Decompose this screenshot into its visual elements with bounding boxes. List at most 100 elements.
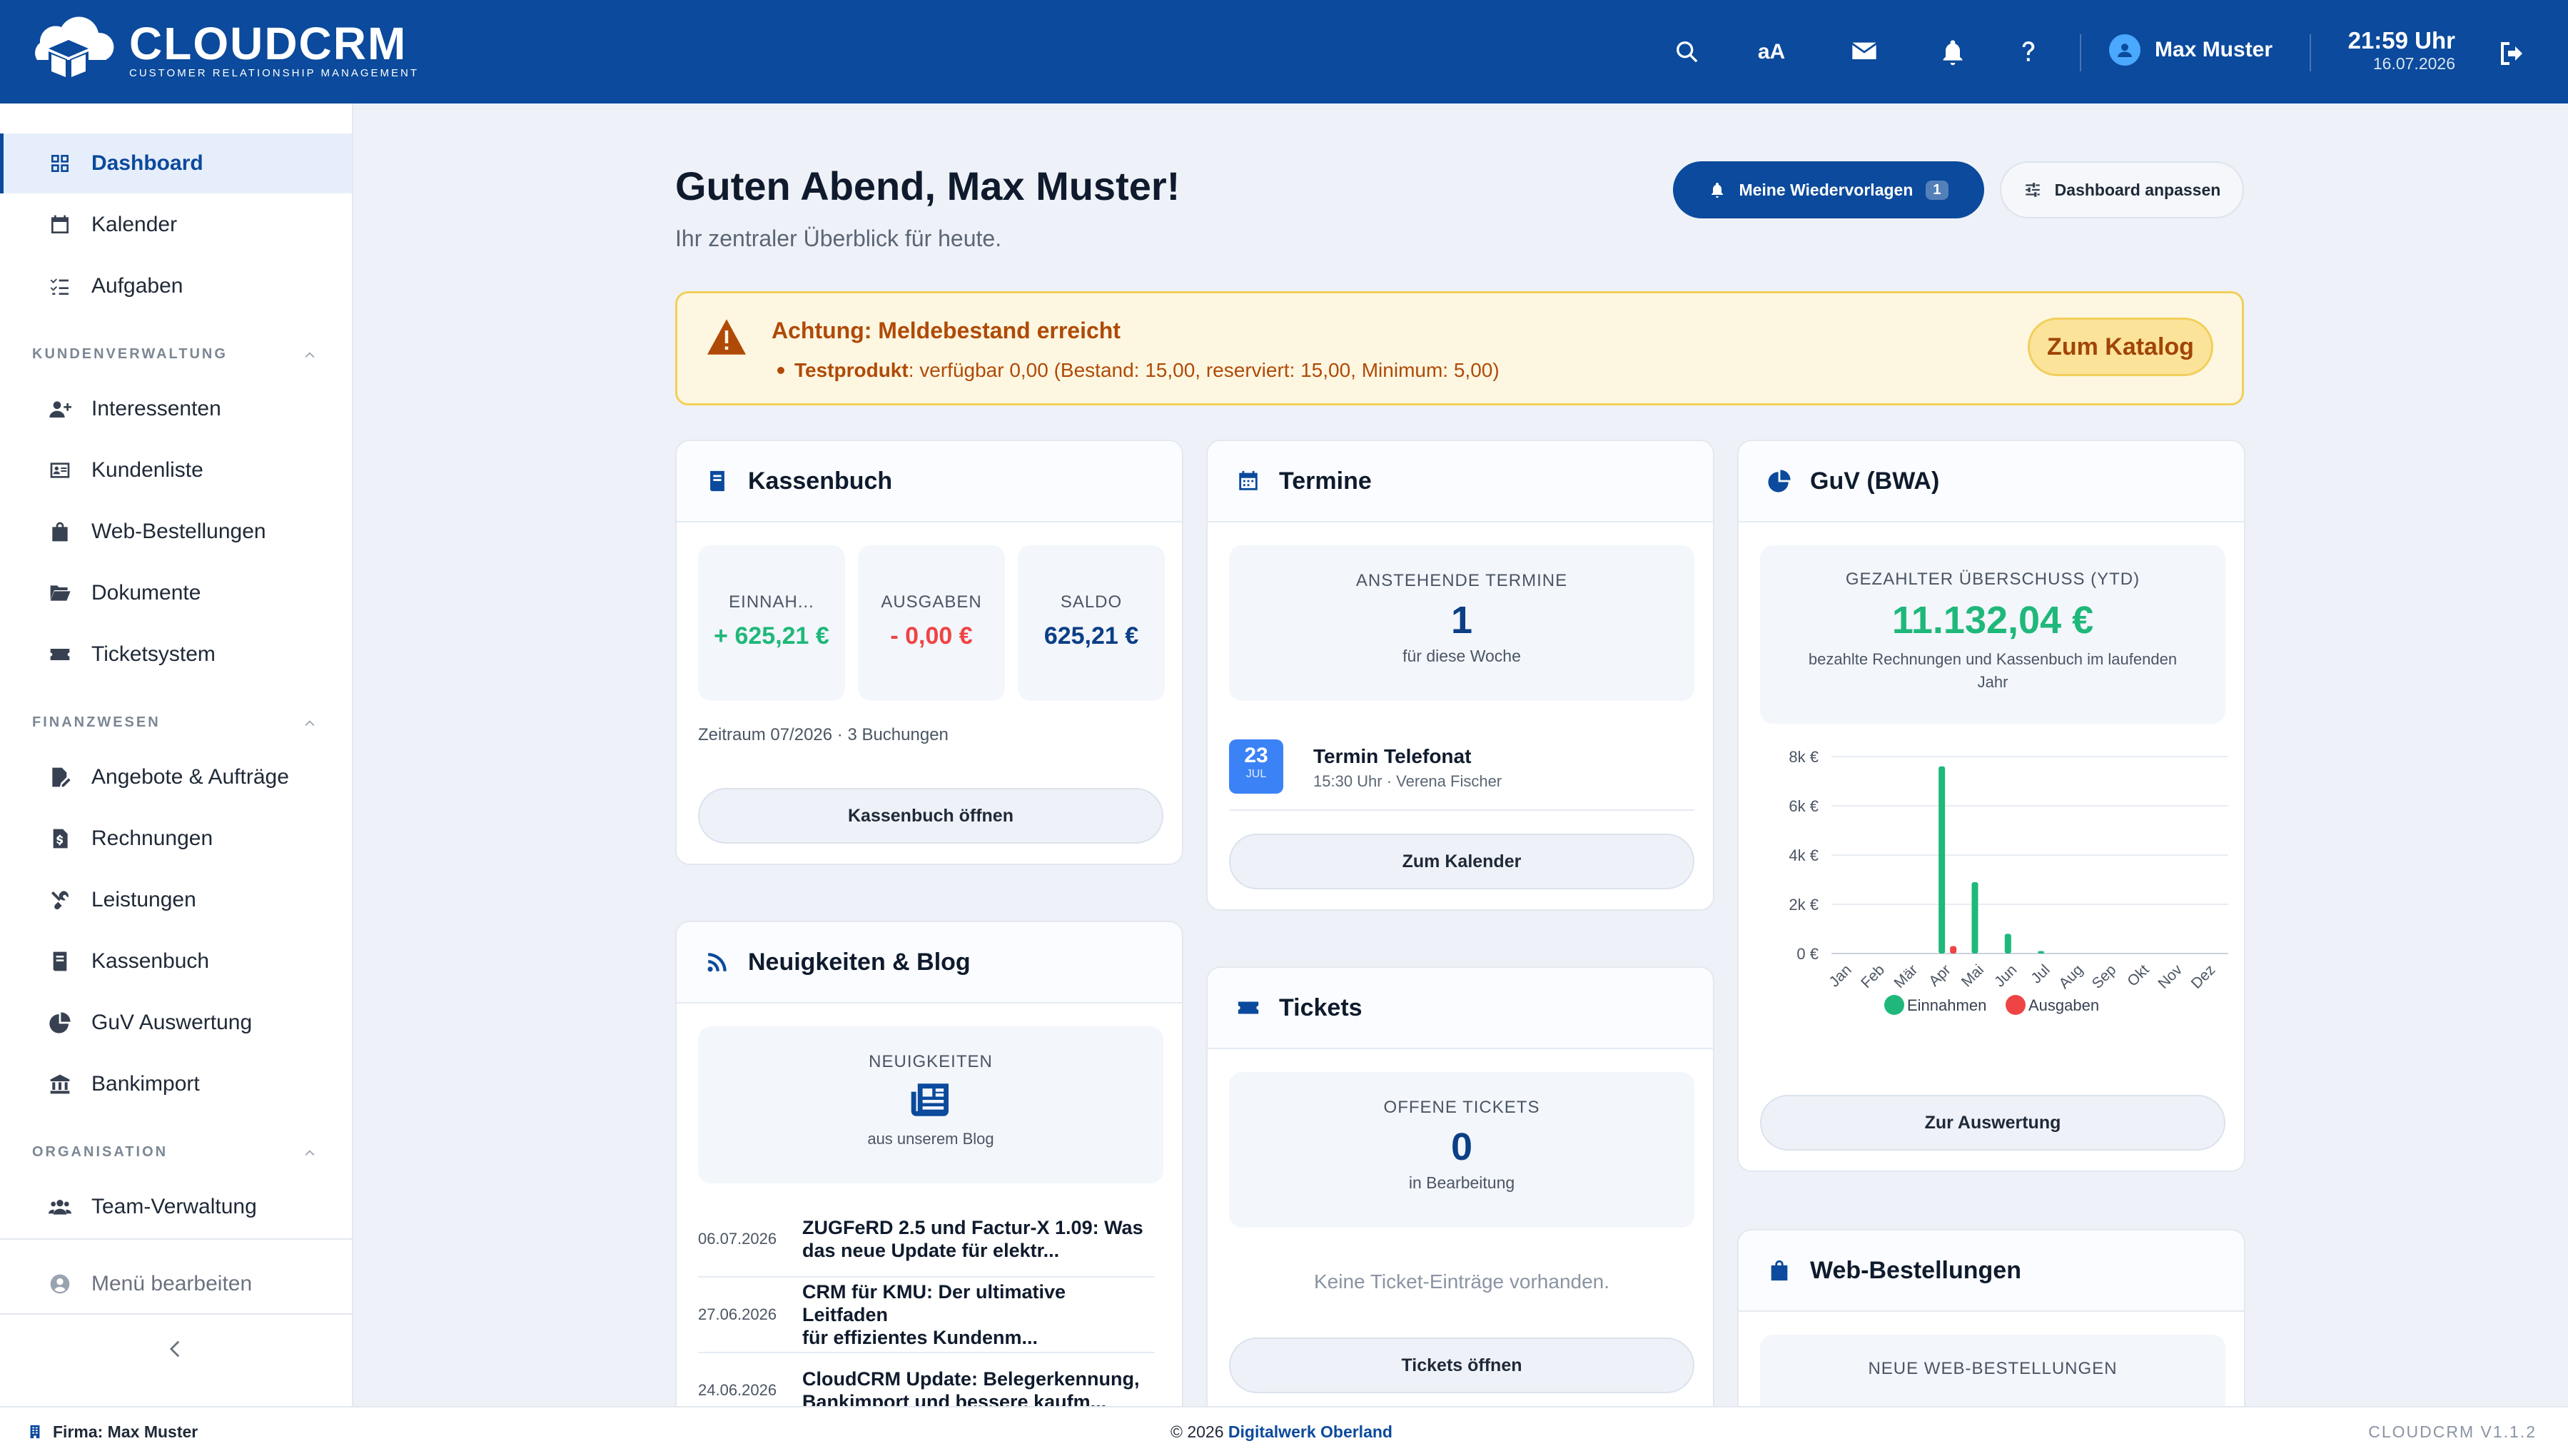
bar-ausgaben <box>1950 946 1957 954</box>
catalog-button[interactable]: Zum Katalog <box>2028 318 2213 376</box>
card-title: Tickets <box>1279 994 1363 1021</box>
question-icon <box>2022 41 2035 61</box>
dashboard-customize-button[interactable]: Dashboard anpassen <box>2000 161 2244 218</box>
card-title: Kassenbuch <box>748 467 893 495</box>
sidebar-item-web-bestellungen[interactable]: Web-Bestellungen <box>0 502 352 562</box>
notifications-button[interactable] <box>1933 32 1973 72</box>
section-label: KUNDENVERWALTUNG <box>32 346 228 362</box>
tile-subtext: in Bearbeitung <box>1408 1173 1515 1192</box>
app-logo[interactable]: CLOUDCRM CUSTOMER RELATIONSHIP MANAGEMEN… <box>20 14 419 86</box>
address-card-icon <box>50 462 70 478</box>
chevron-left-icon <box>169 1340 180 1358</box>
help-button[interactable] <box>2008 32 2048 72</box>
shopping-bag-icon <box>1771 1260 1788 1281</box>
y-tick-label: 0 € <box>1796 945 1819 963</box>
company-link[interactable]: Digitalwerk Oberland <box>1228 1422 1392 1441</box>
sidebar-item-dokumente[interactable]: Dokumente <box>0 563 352 623</box>
sidebar-item-ticketsystem[interactable]: Ticketsystem <box>0 625 352 684</box>
news-item[interactable]: 06.07.2026 ZUGFeRD 2.5 und Factur-X 1.09… <box>698 1202 1155 1278</box>
sidebar-item-team[interactable]: Team-Verwaltung <box>0 1177 352 1237</box>
wiedervorlagen-button[interactable]: Meine Wiedervorlagen 1 <box>1673 161 1984 218</box>
news-tile: NEUIGKEITEN aus unserem Blog <box>698 1026 1163 1183</box>
search-icon <box>1677 41 1698 63</box>
tools-icon <box>51 891 69 910</box>
tickets-open-button[interactable]: Tickets öffnen <box>1229 1338 1694 1393</box>
sidebar-item-bankimport[interactable]: Bankimport <box>0 1054 352 1114</box>
sidebar-item-label: Kalender <box>91 213 178 236</box>
sidebar-item-label: Dokumente <box>91 581 201 605</box>
section-organisation[interactable]: ORGANISATION <box>32 1144 318 1161</box>
font-size-button[interactable]: aA <box>1751 32 1791 72</box>
sidebar-item-interessenten[interactable]: Interessenten <box>0 379 352 439</box>
header-separator <box>2310 34 2311 71</box>
sidebar-item-label: Team-Verwaltung <box>91 1195 257 1218</box>
sidebar-item-label: Kassenbuch <box>91 949 210 973</box>
tile-label: GEZAHLTER ÜBERSCHUSS (YTD) <box>1845 570 2140 589</box>
card-title: Neuigkeiten & Blog <box>748 948 971 976</box>
logo-subtitle: CUSTOMER RELATIONSHIP MANAGEMENT <box>129 66 420 79</box>
sidebar-item-guv[interactable]: GuV Auswertung <box>0 993 352 1053</box>
folder-open-icon <box>50 585 71 601</box>
x-tick-label: Aug <box>2056 961 2086 992</box>
building-icon <box>30 1425 40 1439</box>
chevron-up-icon <box>305 351 315 358</box>
calendar-button[interactable]: Zum Kalender <box>1229 834 1694 889</box>
sidebar-item-label: Leistungen <box>91 888 196 911</box>
sidebar-item-label: Web-Bestellungen <box>91 520 266 543</box>
sidebar-item-kassenbuch[interactable]: Kassenbuch <box>0 931 352 991</box>
menu-edit-button[interactable]: Menü bearbeiten <box>0 1254 352 1314</box>
sidebar: Dashboard Kalender Aufgaben KUNDENVERWAL… <box>0 103 353 1406</box>
ausgaben-tile: AUSGABEN - 0,00 € <box>858 545 1005 701</box>
kassenbuch-open-button[interactable]: Kassenbuch öffnen <box>698 788 1163 844</box>
ticket-icon <box>50 649 70 660</box>
termin-title: Termin Telefonat <box>1313 745 1472 767</box>
sidebar-collapse-button[interactable] <box>157 1331 193 1367</box>
card-title: Web-Bestellungen <box>1810 1256 2021 1284</box>
card-header: Termine <box>1208 441 1713 522</box>
tile-subtext-line: bezahlte Rechnungen und Kassenbuch im la… <box>1808 650 2178 668</box>
y-tick-label: 2k € <box>1789 896 1819 914</box>
y-tick-label: 4k € <box>1789 846 1819 864</box>
legend-marker <box>2006 995 2026 1015</box>
user-menu[interactable]: Max Muster <box>2109 34 2273 66</box>
legend-label: Ausgaben <box>2028 996 2099 1014</box>
sidebar-item-leistungen[interactable]: Leistungen <box>0 870 352 930</box>
card-header: GuV (BWA) <box>1739 441 2244 522</box>
bar-einnahmen <box>2004 934 2011 954</box>
stock-alert: Achtung: Meldebestand erreicht Testprodu… <box>675 291 2244 405</box>
search-button[interactable] <box>1667 32 1707 72</box>
section-finanzwesen[interactable]: FINANZWESEN <box>32 714 318 731</box>
card-header: Tickets <box>1208 968 1713 1049</box>
news-title: CRM für KMU: Der ultimative Leitfaden für… <box>802 1281 1066 1348</box>
date-month: JUL <box>1245 768 1267 780</box>
bell-icon <box>1943 40 1963 66</box>
news-date: 27.06.2026 <box>698 1305 777 1323</box>
top-bar: CLOUDCRM CUSTOMER RELATIONSHIP MANAGEMEN… <box>0 0 2568 103</box>
bell-icon <box>1712 183 1724 198</box>
x-tick-label: Feb <box>1858 961 1888 991</box>
sidebar-item-label: Angebote & Aufträge <box>91 765 289 789</box>
evaluation-button[interactable]: Zur Auswertung <box>1760 1095 2225 1151</box>
einnahmen-value: + 625,21 € <box>714 622 829 649</box>
section-kundenverwaltung[interactable]: KUNDENVERWALTUNG <box>32 346 318 363</box>
news-item[interactable]: 27.06.2026 CRM für KMU: Der ultimative L… <box>698 1278 1155 1353</box>
sidebar-item-label: Dashboard <box>91 151 203 175</box>
mail-button[interactable] <box>1844 32 1884 72</box>
count-badge: 1 <box>1926 180 1948 200</box>
kassenbuch-card: Kassenbuch EINNAH... + 625,21 € AUSGABEN… <box>675 440 1183 865</box>
logout-button[interactable] <box>2491 32 2534 75</box>
sidebar-item-dashboard[interactable]: Dashboard <box>0 133 352 193</box>
y-tick-label: 8k € <box>1789 748 1819 766</box>
users-icon <box>49 1200 71 1215</box>
sidebar-item-aufgaben[interactable]: Aufgaben <box>0 256 352 316</box>
sidebar-item-label: Rechnungen <box>91 826 213 850</box>
sidebar-item-kalender[interactable]: Kalender <box>0 195 352 255</box>
x-tick-label: Apr <box>1926 961 1953 989</box>
footer-copyright: © 2026 Digitalwerk Oberland <box>1171 1422 1392 1442</box>
termin-item[interactable]: 23 JUL Termin Telefonat 15:30 Uhr · Vere… <box>1229 739 1694 811</box>
sidebar-item-kundenliste[interactable]: Kundenliste <box>0 440 352 500</box>
tile-label: ANSTEHENDE TERMINE <box>1355 571 1568 590</box>
sidebar-item-angebote[interactable]: Angebote & Aufträge <box>0 747 352 807</box>
menu-edit-label: Menü bearbeiten <box>91 1272 253 1295</box>
sidebar-item-rechnungen[interactable]: Rechnungen <box>0 809 352 869</box>
